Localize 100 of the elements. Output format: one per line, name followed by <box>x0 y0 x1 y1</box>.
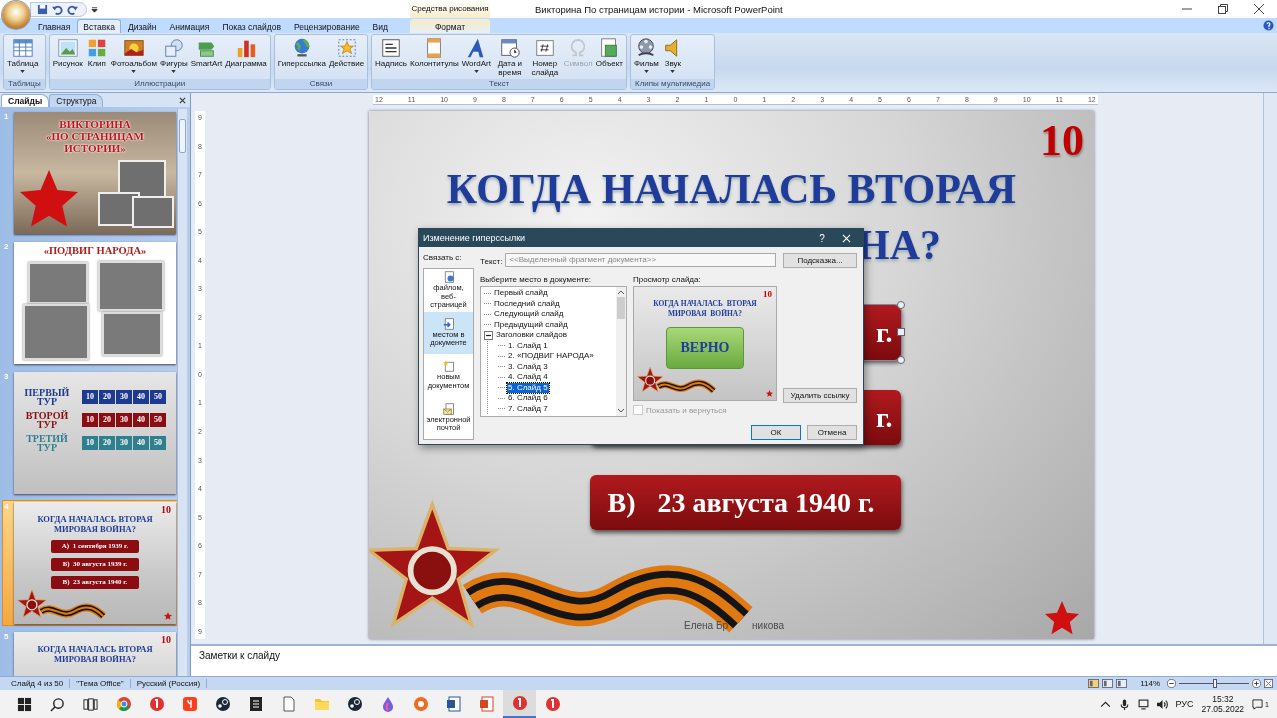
tree-item[interactable]: Заголовки слайдов <box>495 330 568 341</box>
tree-item[interactable]: 2. «ПОДВИГ НАРОДА» <box>507 351 595 362</box>
zoom-out-icon[interactable] <box>1167 679 1176 688</box>
ribbon-button[interactable]: Действие <box>327 37 366 69</box>
task-view-icon[interactable] <box>83 696 98 712</box>
chevron-up-icon[interactable] <box>1099 698 1111 710</box>
score-tile[interactable]: 50 <box>150 390 166 404</box>
score-tile[interactable]: 40 <box>133 413 149 427</box>
tree-item[interactable]: Последний слайд <box>493 298 561 309</box>
tree-item[interactable]: 4. Слайд 4 <box>507 372 549 383</box>
ribbon-button[interactable]: Звук <box>660 37 685 73</box>
scroll-up-icon[interactable] <box>617 289 625 295</box>
redo-icon[interactable] <box>67 3 78 15</box>
score-tile[interactable]: 20 <box>99 436 115 450</box>
fit-to-window-icon[interactable] <box>1264 679 1273 688</box>
scrollbar[interactable] <box>1263 93 1277 644</box>
score-tile[interactable]: 50 <box>150 436 166 450</box>
ok-button[interactable]: ОК <box>751 425 801 440</box>
ribbon-button[interactable]: Объект <box>594 37 624 69</box>
scroll-down-icon[interactable] <box>617 408 625 414</box>
slide-thumbnail[interactable]: ПЕРВЫЙ ТУР 10 20 30 40 50 ВТОРОЙ ТУР 10 20 30 40 50 ТРЕТИЙ ТУР 10 20 30 40 50 <box>14 372 176 494</box>
score-tile[interactable]: 30 <box>116 413 132 427</box>
help-icon[interactable] <box>1263 20 1274 31</box>
score-tile[interactable]: 30 <box>116 436 132 450</box>
ribbon-button[interactable]: Клип <box>84 37 109 69</box>
ribbon-button[interactable]: Дата и время <box>492 37 527 77</box>
slider-thumb[interactable] <box>1213 679 1218 688</box>
ribbon-button[interactable]: Фотоальбом <box>109 37 159 73</box>
ribbon-tab[interactable]: Дизайн <box>121 19 163 33</box>
tree-item[interactable]: 3. Слайд 3 <box>507 361 549 372</box>
checkbox-label: Показать и вернуться <box>646 405 727 415</box>
view-mode-icon[interactable] <box>1088 679 1100 688</box>
zoom-in-icon[interactable] <box>1252 679 1261 688</box>
ribbon-button[interactable]: Номер слайда <box>527 37 562 77</box>
resize-handle[interactable] <box>896 356 905 364</box>
screentip-button[interactable]: Подсказка... <box>783 252 857 268</box>
ribbon-tab[interactable]: Вид <box>366 19 394 33</box>
save-icon[interactable] <box>37 3 48 15</box>
slide-thumbnail[interactable]: 10 КОГДА НАЧАЛАСЬ ВТОРАЯ МИРОВАЯ ВОЙНА? <box>14 632 176 676</box>
ribbon-tab[interactable]: Анимация <box>163 19 216 33</box>
view-mode-icon[interactable] <box>1116 679 1128 688</box>
input-language[interactable]: РУС <box>1175 699 1194 709</box>
answer-button[interactable]: В) 23 августа 1940 г. <box>589 475 901 530</box>
notifications-icon[interactable] <box>1252 698 1264 710</box>
tree-item[interactable]: Предыдущий слайд <box>493 319 569 330</box>
ribbon-button[interactable]: Фигуры <box>159 37 189 73</box>
ribbon-button[interactable]: Таблица <box>6 37 40 73</box>
remove-link-button[interactable]: Удалить ссылку <box>783 388 857 403</box>
cancel-button[interactable]: Отмена <box>807 425 857 440</box>
ribbon-button[interactable]: Колонтитулы <box>408 37 460 69</box>
close-icon[interactable] <box>179 97 186 104</box>
search-icon[interactable] <box>50 696 65 712</box>
photo-placeholder <box>102 312 162 356</box>
tree-item[interactable]: 6. Слайд 6 <box>507 393 549 404</box>
ribbon-tab[interactable]: Главная <box>32 19 77 33</box>
scrollbar[interactable] <box>616 287 626 416</box>
ribbon-tab[interactable]: Рецензирование <box>287 19 366 33</box>
score-tile[interactable]: 20 <box>99 413 115 427</box>
ribbon-button[interactable]: SmartArt <box>189 37 224 69</box>
scroll-thumb[interactable] <box>617 297 625 319</box>
score-tile[interactable]: 40 <box>133 436 149 450</box>
ribbon-button[interactable]: Рисунок <box>51 37 84 69</box>
network-icon[interactable] <box>1137 698 1149 710</box>
ribbon-button[interactable]: Фильм <box>632 37 660 73</box>
score-tile[interactable]: 20 <box>99 390 115 404</box>
windows-start-icon[interactable] <box>17 696 32 712</box>
ribbon-button[interactable]: WordArt <box>460 37 492 73</box>
ribbon-button[interactable]: Надпись <box>374 37 408 69</box>
undo-icon[interactable] <box>52 3 63 15</box>
scrollbar[interactable] <box>177 109 187 676</box>
score-tile[interactable]: 30 <box>116 390 132 404</box>
tree-item[interactable]: 5. Слайд 5 <box>507 382 549 393</box>
tree-item[interactable]: Следующий слайд <box>493 309 565 320</box>
answer-button[interactable]: ВЕРНО <box>666 327 744 369</box>
score-tile[interactable]: 10 <box>82 390 98 404</box>
ribbon-button[interactable]: Гиперссылка <box>276 37 327 69</box>
pane-tab[interactable]: Структура <box>49 94 104 107</box>
microphone-icon[interactable] <box>1118 698 1130 710</box>
zoom-level[interactable]: 114% <box>1140 679 1160 688</box>
view-mode-icon[interactable] <box>1102 679 1114 688</box>
slide-thumbnail[interactable]: «ПОДВИГ НАРОДА» <box>14 242 176 364</box>
scroll-thumb[interactable] <box>179 119 186 153</box>
tree-item[interactable]: 7. Слайд 7 <box>507 403 549 414</box>
ribbon-tab[interactable]: Показ слайдов <box>216 19 287 33</box>
ribbon-tab[interactable]: Формат <box>410 19 490 33</box>
resize-handle[interactable] <box>896 301 905 309</box>
customize-caret-icon[interactable] <box>91 5 98 13</box>
help-button[interactable]: ? <box>808 232 836 244</box>
pane-tab[interactable]: Слайды <box>1 94 50 107</box>
collapse-icon[interactable] <box>484 330 493 340</box>
score-tile[interactable]: 40 <box>133 390 149 404</box>
ribbon-tab[interactable]: Вставка <box>77 19 121 33</box>
ribbon-button[interactable]: Диаграмма <box>224 37 268 69</box>
score-tile[interactable]: 50 <box>150 413 166 427</box>
tree-item[interactable]: 1. Слайд 1 <box>507 340 549 351</box>
score-tile[interactable]: 10 <box>82 436 98 450</box>
volume-icon[interactable] <box>1156 698 1168 710</box>
resize-handle[interactable] <box>896 328 905 336</box>
score-tile[interactable]: 10 <box>82 413 98 427</box>
tree-item[interactable]: Первый слайд <box>493 288 549 299</box>
